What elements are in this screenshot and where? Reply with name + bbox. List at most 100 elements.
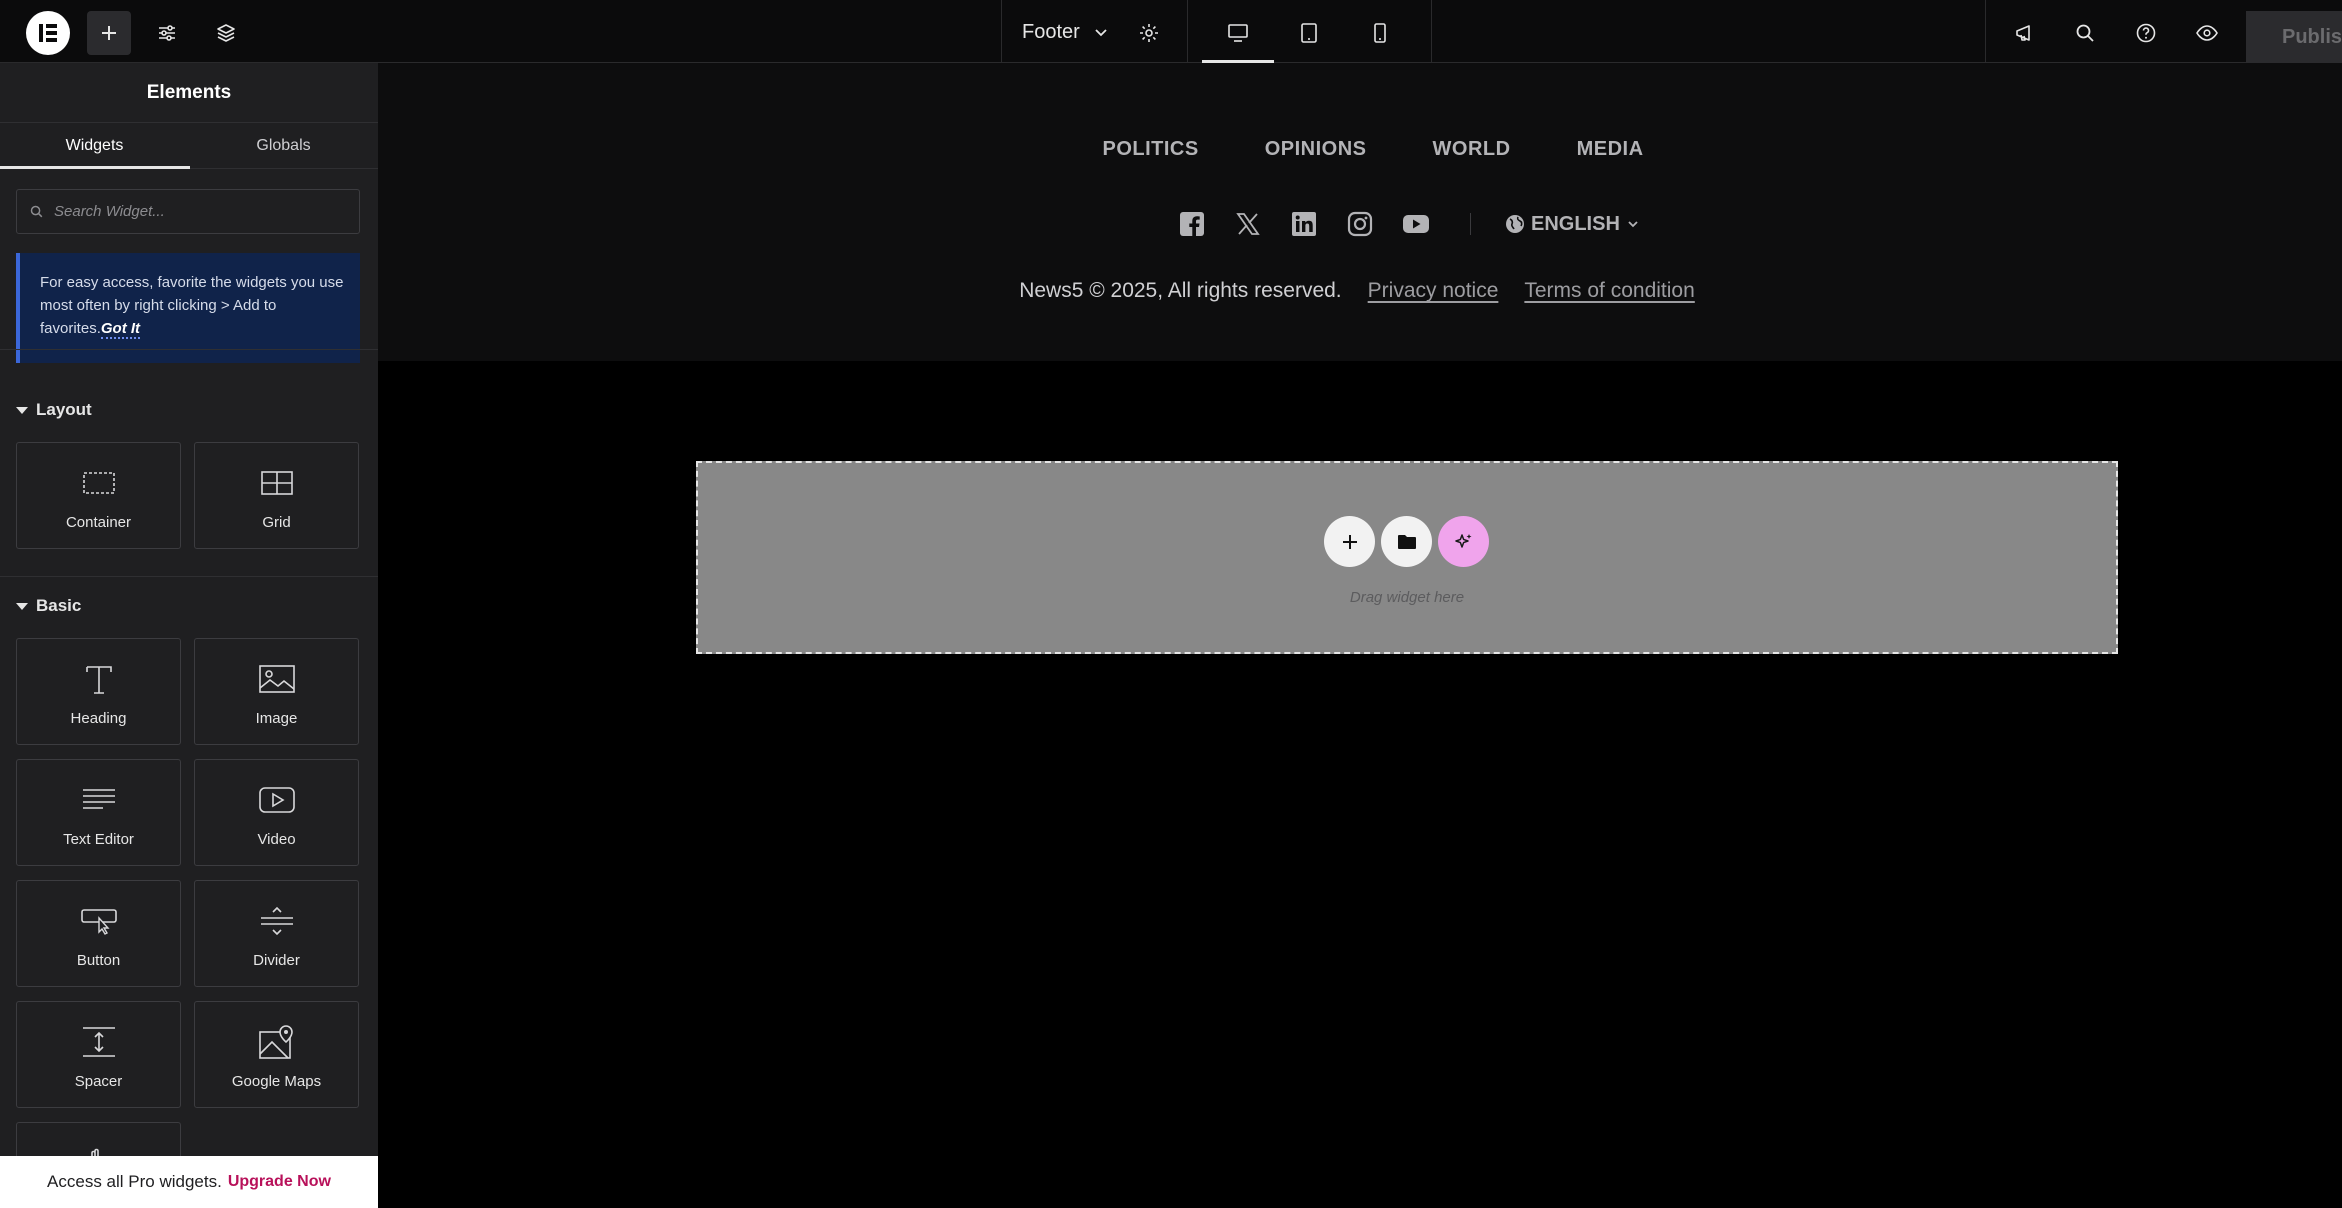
widget-grid[interactable]: Grid	[194, 442, 359, 549]
sliders-icon	[159, 25, 175, 41]
empty-section-dropzone[interactable]: Drag widget here	[696, 461, 2118, 654]
top-bar: Footer Publish	[0, 0, 2342, 63]
image-icon	[257, 659, 297, 699]
instagram-icon[interactable]	[1344, 208, 1376, 240]
mobile-icon	[1374, 23, 1386, 43]
nav-item-media[interactable]: MEDIA	[1577, 138, 1644, 161]
tab-globals[interactable]: Globals	[189, 123, 378, 168]
grid-icon	[257, 463, 297, 503]
heading-icon	[79, 659, 119, 699]
x-icon[interactable]	[1232, 208, 1264, 240]
search-input[interactable]	[54, 203, 344, 220]
widget-label: Divider	[253, 952, 300, 969]
tab-widgets[interactable]: Widgets	[0, 123, 189, 168]
publish-button[interactable]: Publish	[2246, 11, 2342, 63]
panel-title: Elements	[0, 63, 378, 123]
got-it-link[interactable]: Got It	[100, 320, 141, 339]
section-title: Layout	[36, 400, 92, 419]
text-editor-icon	[79, 780, 119, 820]
facebook-icon[interactable]	[1176, 208, 1208, 240]
add-section-button[interactable]	[1324, 516, 1375, 567]
active-tab-indicator	[0, 166, 190, 169]
copyright-row: News5 © 2025, All rights reserved. Priva…	[378, 279, 2342, 303]
widget-heading[interactable]: Heading	[16, 638, 181, 745]
desktop-icon	[1228, 24, 1248, 42]
structure-button[interactable]	[204, 11, 248, 55]
widget-label: Video	[257, 831, 296, 848]
widget-label: Text Editor	[63, 831, 134, 848]
google-maps-icon	[257, 1022, 297, 1062]
panel-tabs: Widgets Globals	[0, 123, 378, 169]
notice-text: For easy access, favorite the widgets yo…	[40, 274, 344, 337]
preview-button[interactable]	[2185, 11, 2229, 55]
caret-down-icon	[16, 602, 28, 610]
nav-item-politics[interactable]: POLITICS	[1102, 138, 1198, 161]
caret-down-icon	[16, 406, 28, 414]
linkedin-icon[interactable]	[1288, 208, 1320, 240]
widget-label: Grid	[262, 514, 291, 531]
language-switcher[interactable]: ENGLISH	[1505, 213, 1640, 236]
whats-new-icon	[2016, 25, 2030, 41]
favorites-notice: For easy access, favorite the widgets yo…	[16, 253, 360, 363]
section-layout-toggle[interactable]: Layout	[16, 400, 92, 420]
search-icon	[2076, 24, 2094, 42]
video-icon	[257, 780, 297, 820]
chevron-down-icon	[1628, 221, 1638, 228]
terms-link[interactable]: Terms of condition	[1524, 279, 1694, 303]
nav-item-opinions[interactable]: OPINIONS	[1265, 138, 1367, 161]
add-template-button[interactable]	[1381, 516, 1432, 567]
widget-button[interactable]: Button	[16, 880, 181, 987]
section-divider	[0, 576, 378, 577]
help-button[interactable]	[2124, 11, 2168, 55]
footer-nav: POLITICS OPINIONS WORLD MEDIA	[378, 138, 2342, 161]
nav-item-world[interactable]: WORLD	[1433, 138, 1511, 161]
privacy-notice-link[interactable]: Privacy notice	[1368, 279, 1499, 303]
copyright-text: News5 © 2025, All rights reserved.	[1019, 279, 1342, 302]
add-element-button[interactable]	[87, 11, 131, 55]
document-settings-button[interactable]	[1127, 11, 1171, 55]
spacer-icon	[79, 1022, 119, 1062]
widget-label: Heading	[70, 710, 127, 727]
elementor-logo-icon[interactable]	[26, 11, 70, 55]
widget-divider[interactable]: Divider	[194, 880, 359, 987]
layers-icon	[217, 24, 235, 42]
social-separator	[1470, 213, 1471, 235]
device-desktop-button[interactable]	[1216, 11, 1260, 55]
footer-section[interactable]: POLITICS OPINIONS WORLD MEDIA ENGLISH Ne…	[378, 63, 2342, 361]
folder-icon	[1397, 534, 1416, 549]
widget-spacer[interactable]: Spacer	[16, 1001, 181, 1108]
device-tablet-button[interactable]	[1287, 11, 1331, 55]
search-icon	[30, 205, 43, 218]
upgrade-text: Access all Pro widgets.	[47, 1172, 222, 1191]
widget-video[interactable]: Video	[194, 759, 359, 866]
section-title: Basic	[36, 596, 82, 615]
preview-eye-icon	[2196, 25, 2218, 41]
elements-panel: Elements Widgets Globals For easy access…	[0, 63, 378, 1208]
widget-label: Spacer	[74, 1073, 123, 1090]
widget-image[interactable]: Image	[194, 638, 359, 745]
device-mobile-button[interactable]	[1358, 11, 1402, 55]
globe-icon	[1506, 215, 1524, 233]
upgrade-now-link[interactable]: Upgrade Now	[228, 1173, 331, 1191]
button-icon	[79, 901, 119, 941]
document-dropdown[interactable]: Footer	[1022, 16, 1110, 48]
social-links: ENGLISH	[1176, 208, 1640, 240]
language-label: ENGLISH	[1531, 212, 1620, 235]
youtube-icon[interactable]	[1400, 208, 1432, 240]
whats-new-button[interactable]	[2003, 11, 2047, 55]
container-icon	[79, 463, 119, 503]
widget-label: Container	[65, 514, 132, 531]
widget-google-maps[interactable]: Google Maps	[194, 1001, 359, 1108]
publish-label: Publish	[2282, 25, 2342, 48]
widget-text-editor[interactable]: Text Editor	[16, 759, 181, 866]
section-basic-toggle[interactable]: Basic	[16, 596, 81, 616]
plus-icon	[1342, 534, 1357, 549]
widget-container[interactable]: Container	[16, 442, 181, 549]
site-settings-button[interactable]	[145, 11, 189, 55]
finder-button[interactable]	[2063, 11, 2107, 55]
ai-sparkle-icon	[1454, 533, 1471, 548]
ai-build-button[interactable]	[1438, 516, 1489, 567]
upgrade-banner: Access all Pro widgets. Upgrade Now	[0, 1156, 378, 1208]
widget-label: Image	[255, 710, 298, 727]
plus-icon	[102, 26, 116, 40]
